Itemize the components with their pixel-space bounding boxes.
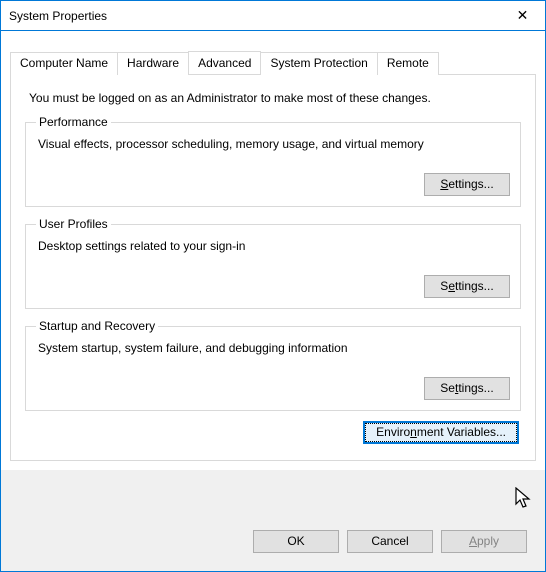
- tab-system-protection[interactable]: System Protection: [260, 52, 377, 75]
- user-profiles-settings-button[interactable]: Settings...: [424, 275, 510, 298]
- window-title: System Properties: [9, 9, 107, 23]
- performance-group: Performance Visual effects, processor sc…: [25, 115, 521, 207]
- cancel-button[interactable]: Cancel: [347, 530, 433, 553]
- tabstrip: Computer Name Hardware Advanced System P…: [10, 51, 536, 74]
- tab-computer-name[interactable]: Computer Name: [10, 52, 118, 75]
- user-profiles-group: User Profiles Desktop settings related t…: [25, 217, 521, 309]
- ok-button[interactable]: OK: [253, 530, 339, 553]
- close-button[interactable]: ✕: [500, 1, 545, 31]
- user-profiles-desc: Desktop settings related to your sign-in: [38, 239, 510, 253]
- tab-hardware[interactable]: Hardware: [117, 52, 189, 75]
- apply-button[interactable]: Apply: [441, 530, 527, 553]
- startup-recovery-settings-label: tings...: [458, 381, 493, 395]
- close-icon: ✕: [517, 7, 529, 24]
- tab-remote[interactable]: Remote: [377, 52, 439, 75]
- system-properties-dialog: System Properties ✕ Computer Name Hardwa…: [0, 0, 546, 572]
- performance-legend: Performance: [36, 115, 111, 129]
- admin-note-text: You must be logged on as an Administrato…: [29, 91, 521, 105]
- startup-recovery-settings-button[interactable]: Settings...: [424, 377, 510, 400]
- performance-settings-button[interactable]: Settings...: [424, 173, 510, 196]
- performance-desc: Visual effects, processor scheduling, me…: [38, 137, 510, 151]
- tab-panel-advanced: You must be logged on as an Administrato…: [10, 74, 536, 461]
- environment-variables-label: ment Variables...: [417, 425, 506, 439]
- startup-recovery-legend: Startup and Recovery: [36, 319, 158, 333]
- titlebar: System Properties ✕: [1, 1, 545, 31]
- dialog-button-row: OK Cancel Apply: [9, 520, 537, 563]
- cursor-icon: [515, 487, 535, 511]
- tab-advanced[interactable]: Advanced: [188, 51, 261, 74]
- performance-settings-label: ettings...: [448, 177, 493, 191]
- user-profiles-settings-label: ttings...: [455, 279, 494, 293]
- environment-variables-button[interactable]: Environment Variables...: [363, 421, 519, 444]
- user-profiles-legend: User Profiles: [36, 217, 111, 231]
- apply-label: pply: [477, 534, 499, 548]
- content-area: Computer Name Hardware Advanced System P…: [1, 31, 545, 470]
- startup-recovery-desc: System startup, system failure, and debu…: [38, 341, 510, 355]
- startup-recovery-group: Startup and Recovery System startup, sys…: [25, 319, 521, 411]
